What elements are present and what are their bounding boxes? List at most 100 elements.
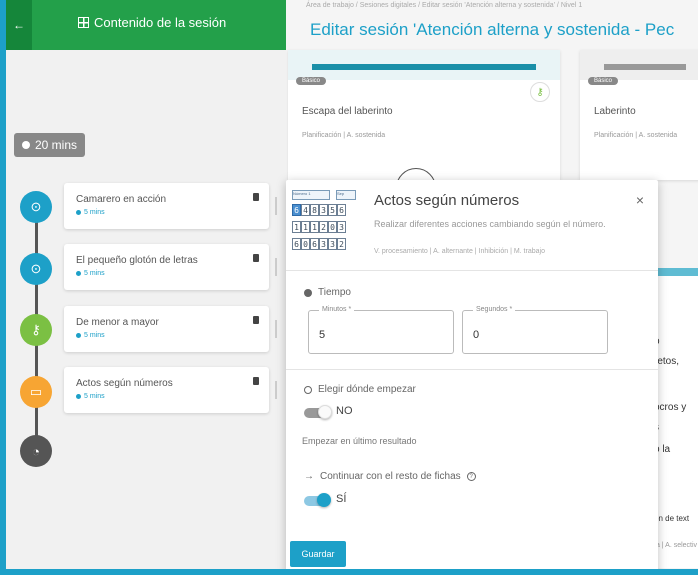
exercise-name: Escapa del laberinto [302,106,393,117]
thumbnail-cell: 0 [328,221,337,233]
session-sidebar: 20 mins ⊙ Camarero en acción 5 mins ⊙ El… [6,50,286,569]
trash-icon[interactable] [253,254,259,262]
session-item-duration: 5 mins [76,393,105,400]
app-frame: Área de trabajo / Sesiones digitales / E… [6,0,698,569]
session-item-name: Actos según números [76,378,173,389]
exercise-thumbnail [580,50,698,80]
sidebar-title: Contenido de la sesión [78,15,226,30]
session-item-selected[interactable]: Actos según números 5 mins [64,367,277,413]
trash-icon[interactable] [253,316,259,324]
continue-label-text: Continuar con el resto de fichas [320,471,461,482]
key-icon: ⚷ [20,314,52,346]
session-item[interactable]: De menor a mayor 5 mins [64,306,277,352]
drag-handle[interactable] [275,320,277,338]
time-label-text: Tiempo [318,287,351,298]
thumbnail-cell: 4 [301,204,310,216]
thumbnail-cell: 1 [301,221,310,233]
drag-handle[interactable] [275,381,277,399]
thumbnail-header: Número 1 Sep [292,190,364,200]
exercise-meta: Planificación | A. sostenida [302,132,386,139]
thumbnail-cell: 1 [292,221,301,233]
clock-icon [304,288,312,297]
clock-icon [22,141,30,149]
popup-tags: V. procesamiento | A. alternante | Inhib… [374,248,545,255]
sidebar-header: ← Contenido de la sesión [6,0,286,50]
continue-label: → Continuar con el resto de fichas ? [304,471,476,482]
session-item-duration: 5 mins [76,270,105,277]
exercise-card[interactable]: Básico Laberinto Planificación | A. sost… [580,50,698,180]
thumbnail-cell: 8 [310,204,319,216]
grid-icon [78,17,89,28]
session-item-duration: 5 mins [76,332,105,339]
time-section-label: Tiempo [304,287,351,298]
thumbnail-cell: 3 [337,221,346,233]
drag-handle[interactable] [275,197,277,215]
start-last-result-text: Empezar en último resultado [302,436,417,446]
thumbnail-cell: 6 [292,238,301,250]
thumbnail-cell: 0 [301,238,310,250]
clock-end-icon: ◔ [20,435,52,467]
thumbnail-row: 6 4 8 3 5 6 [292,204,346,216]
total-time-text: 20 mins [35,138,78,152]
exercise-thumbnail [288,50,560,80]
continue-value: SÍ [336,493,347,505]
seconds-input-value: 0 [473,329,480,341]
thumbnail-cell: 3 [328,238,337,250]
trash-icon[interactable] [253,377,259,385]
sidebar-title-text: Contenido de la sesión [94,15,227,30]
page-title: Editar sesión 'Atención alterna y sosten… [310,20,675,39]
exercise-card[interactable]: Básico ⚷ Escapa del laberinto Planificac… [288,50,560,180]
level-badge: Básico [296,77,327,85]
minutes-input[interactable]: Minutos * 5 [308,306,454,354]
minutes-input-label: Minutos * [319,306,355,313]
choose-start-toggle[interactable] [304,405,332,419]
breadcrumb[interactable]: Área de trabajo / Sesiones digitales / E… [306,2,582,9]
thumbnail-cell: 6 [337,204,346,216]
session-item-duration: 5 mins [76,209,105,216]
session-item[interactable]: El pequeño glotón de letras 5 mins [64,244,277,290]
minutes-input-value: 5 [319,329,326,341]
session-item[interactable]: Camarero en acción 5 mins [64,183,277,229]
thumbnail-cell: 5 [328,204,337,216]
divider [286,270,658,271]
thumbnail-cell: 3 [319,204,328,216]
help-icon[interactable]: ? [466,472,476,481]
thumbnail-header-label: Sep [336,190,356,200]
exercise-meta: Planificación | A. sostenida [594,132,678,139]
choose-start-value: NO [336,405,353,417]
exercise-thumbnail: Número 1 Sep 6 4 8 3 5 6 1 1 1 2 0 3 6 0… [292,190,364,264]
thumbnail-header-label: Número 1 [292,190,330,200]
detail-meta: ía | A. selectiv [654,542,698,549]
game-icon: ⊙ [20,253,52,285]
arrow-right-icon: → [304,471,314,482]
divider [286,369,658,370]
thumbnail-cell: 3 [319,238,328,250]
choose-start-text: Elegir dónde empezar [318,384,416,395]
session-item-name: De menor a mayor [76,317,159,328]
drag-handle[interactable] [275,258,277,276]
save-button[interactable]: Guardar [290,541,346,567]
game-icon: ⊙ [20,191,52,223]
thumbnail-cell: 2 [337,238,346,250]
target-icon [304,385,312,394]
seconds-input-label: Segundos * [473,306,516,313]
continue-toggle[interactable] [304,493,331,507]
window-icon: ▭ [20,376,52,408]
detail-text: ón de text [654,514,690,523]
back-arrow-icon[interactable]: ← [6,0,32,50]
trash-icon[interactable] [253,193,259,201]
total-time-badge: 20 mins [14,133,86,157]
popup-description: Realizar diferentes acciones cambiando s… [374,219,606,229]
session-item-name: El pequeño glotón de letras [76,255,198,266]
thumbnail-cell: 6 [292,204,301,216]
exercise-name: Laberinto [594,106,636,117]
key-icon[interactable]: ⚷ [530,82,550,102]
seconds-input[interactable]: Segundos * 0 [462,306,608,354]
session-item-name: Camarero en acción [76,194,167,205]
thumbnail-row: 6 0 6 3 3 2 [292,238,346,250]
close-icon[interactable]: × [636,192,644,208]
detail-text: ocros y [654,402,687,413]
exercise-config-popup: Número 1 Sep 6 4 8 3 5 6 1 1 1 2 0 3 6 0… [286,180,658,569]
add-button[interactable] [396,168,436,180]
thumbnail-cell: 2 [319,221,328,233]
